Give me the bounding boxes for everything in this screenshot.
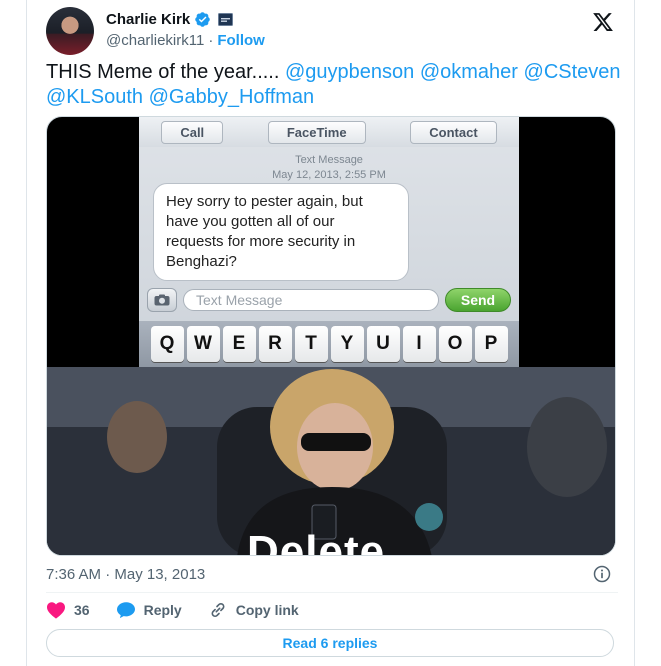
phone-compose-bar: Text Message Send [147,287,511,313]
keyboard-key: R [258,326,292,362]
mention-link[interactable]: @Gabby_Hoffman [149,86,315,108]
keyboard-key: O [438,326,472,362]
author-name[interactable]: Charlie Kirk [106,11,190,28]
phone-send-button: Send [445,288,511,312]
message-time: May 12, 2013, 2:55 PM [272,169,386,181]
meme-photo: Delete [47,367,615,556]
camera-icon [147,288,177,312]
keyboard-key: P [474,326,508,362]
avatar[interactable] [46,7,94,55]
verified-badge-icon [194,11,211,28]
keyboard-key: E [222,326,256,362]
reply-label: Reply [143,602,182,618]
read-replies-button[interactable]: Read 6 replies [46,629,614,657]
mention-link[interactable]: @okmaher [420,61,518,83]
follow-button[interactable]: Follow [217,32,265,49]
phone-facetime-button: FaceTime [267,120,366,144]
mention-link[interactable]: @KLSouth [46,86,143,108]
phone-call-button: Call [161,120,224,144]
phone-compose-field: Text Message [183,289,439,311]
keyboard-key: I [402,326,436,362]
meme-caption: Delete [247,527,386,556]
tweet-media-image[interactable]: Call FaceTime Contact Text Message May 1… [46,116,616,556]
divider [46,592,618,593]
message-bubble: Hey sorry to pester again, but have you … [153,183,409,281]
separator-dot: · [208,32,214,49]
keyboard-key: T [294,326,328,362]
author-handle-line: @charliekirk11 · Follow [106,32,265,49]
like-button[interactable]: 36 [46,601,90,619]
keyboard-key: U [366,326,400,362]
copy-link-label: Copy link [235,602,299,618]
phone-screen: Call FaceTime Contact Text Message May 1… [139,117,519,367]
copy-link-button[interactable]: Copy link [208,600,299,620]
tweet-actions: 36 Reply Copy link [46,598,299,622]
author-name-line: Charlie Kirk [106,11,234,28]
author-handle[interactable]: @charliekirk11 [106,32,204,49]
mention-link[interactable]: @CSteven [524,61,621,83]
mention-link[interactable]: @guypbenson [285,61,414,83]
keyboard-key: W [186,326,220,362]
keyboard-key: Q [150,326,184,362]
phone-contact-button: Contact [410,120,497,144]
x-logo-icon[interactable] [592,11,614,33]
keyboard-key: Y [330,326,364,362]
tweet-card: Charlie Kirk @charliekirk11 · Follow THI… [26,0,635,666]
reply-button[interactable]: Reply [116,601,182,619]
info-icon[interactable] [592,564,612,584]
reply-bubble-icon [116,602,135,619]
tweet-text: THIS Meme of the year..... @guypbenson @… [46,60,626,110]
tweet-header: Charlie Kirk @charliekirk11 · Follow [46,5,618,55]
phone-top-buttons: Call FaceTime Contact [139,117,519,147]
phone-keyboard: Q W E R T Y U I O P [139,321,519,367]
flag-icon [218,13,234,26]
tweet-lead-text: THIS Meme of the year..... [46,61,285,83]
link-icon [211,602,225,618]
message-header: Text Message [295,154,363,166]
heart-icon [47,602,65,619]
message-meta: Text Message May 12, 2013, 2:55 PM [139,153,519,183]
tweet-timestamp[interactable]: 7:36 AM · May 13, 2013 [46,566,205,583]
like-count: 36 [74,602,90,618]
